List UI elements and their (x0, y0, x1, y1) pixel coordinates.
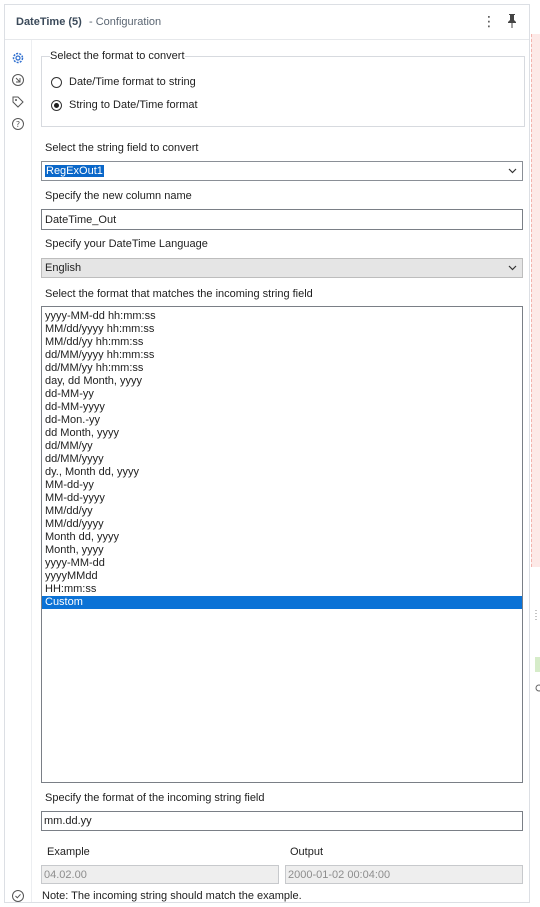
list-item[interactable]: day, dd Month, yyyy (42, 375, 522, 388)
svg-text:?: ? (16, 120, 20, 129)
list-item[interactable]: MM-dd-yyyy (42, 492, 522, 505)
list-item[interactable]: Month dd, yyyy (42, 531, 522, 544)
custom-format-label: Specify the format of the incoming strin… (45, 792, 265, 804)
list-item[interactable]: MM/dd/yyyy hh:mm:ss (42, 323, 522, 336)
language-dropdown[interactable]: English (41, 258, 523, 278)
convert-format-group (41, 56, 525, 127)
format-list-label: Select the format that matches the incom… (45, 288, 313, 300)
list-item[interactable]: dd-MM-yyyy (42, 401, 522, 414)
list-item-selected[interactable]: Custom (42, 596, 522, 609)
list-item[interactable]: dd/MM/yy (42, 440, 522, 453)
list-item[interactable]: dd/MM/yyyy (42, 453, 522, 466)
string-field-label: Select the string field to convert (45, 142, 199, 154)
string-field-value: RegExOut1 (45, 165, 104, 177)
language-label: Specify your DateTime Language (45, 238, 208, 250)
new-column-label: Specify the new column name (45, 190, 192, 202)
convert-format-legend: Select the format to convert (50, 50, 185, 62)
list-item[interactable]: MM-dd-yy (42, 479, 522, 492)
check-circle-icon[interactable] (11, 889, 25, 903)
list-item[interactable]: HH:mm:ss (42, 583, 522, 596)
title-bar: DateTime (5) - Configuration ⋮ (5, 5, 529, 40)
radio-datetime-to-string[interactable]: Date/Time format to string (51, 74, 196, 90)
list-item[interactable]: dd-MM-yy (42, 388, 522, 401)
output-label: Output (290, 846, 324, 858)
pin-icon[interactable] (505, 13, 519, 29)
language-value: English (45, 262, 82, 274)
list-item[interactable]: MM/dd/yy hh:mm:ss (42, 336, 522, 349)
radio-button[interactable] (51, 76, 62, 88)
configuration-panel: DateTime (5) - Configuration ⋮ ? Select … (4, 4, 530, 903)
new-column-input[interactable]: DateTime_Out (41, 209, 523, 230)
list-item[interactable]: Month, yyyy (42, 544, 522, 557)
radio-button-selected[interactable] (51, 99, 62, 111)
chevron-down-icon (508, 168, 517, 174)
gear-icon[interactable] (11, 51, 25, 65)
list-item[interactable]: dd/MM/yy hh:mm:ss (42, 362, 522, 375)
string-field-dropdown[interactable]: RegExOut1 (41, 161, 523, 181)
tool-title: DateTime (5) (16, 16, 82, 28)
connection-icon[interactable] (11, 73, 25, 87)
config-content: Select the format to convert Date/Time f… (32, 40, 529, 902)
canvas-edge-fragments (535, 610, 540, 692)
radio-label: String to Date/Time format (69, 99, 198, 111)
example-field: 04.02.00 (41, 865, 279, 884)
tag-icon[interactable] (11, 95, 25, 109)
list-item[interactable]: dy., Month dd, yyyy (42, 466, 522, 479)
list-item[interactable]: MM/dd/yy (42, 505, 522, 518)
custom-format-input[interactable]: mm.dd.yy (41, 811, 523, 831)
help-icon[interactable]: ? (11, 117, 25, 131)
more-options-icon[interactable]: ⋮ (482, 13, 496, 29)
list-item[interactable]: yyyyMMdd (42, 570, 522, 583)
list-item[interactable]: dd Month, yyyy (42, 427, 522, 440)
canvas-edge-strip (531, 34, 540, 567)
example-label: Example (47, 846, 90, 858)
radio-label: Date/Time format to string (69, 76, 196, 88)
format-listbox[interactable]: yyyy-MM-dd hh:mm:ss MM/dd/yyyy hh:mm:ss … (41, 306, 523, 783)
note-text: Note: The incoming string should match t… (42, 890, 302, 902)
side-icon-bar: ? (5, 40, 32, 902)
section-title: - Configuration (89, 16, 162, 28)
list-item[interactable]: yyyy-MM-dd (42, 557, 522, 570)
list-item[interactable]: MM/dd/yyyy (42, 518, 522, 531)
output-field: 2000-01-02 00:04:00 (285, 865, 523, 884)
list-item[interactable]: yyyy-MM-dd hh:mm:ss (42, 310, 522, 323)
list-item[interactable]: dd/MM/yyyy hh:mm:ss (42, 349, 522, 362)
chevron-down-icon (508, 265, 517, 271)
list-item[interactable]: dd-Mon.-yy (42, 414, 522, 427)
radio-string-to-datetime[interactable]: String to Date/Time format (51, 97, 198, 113)
